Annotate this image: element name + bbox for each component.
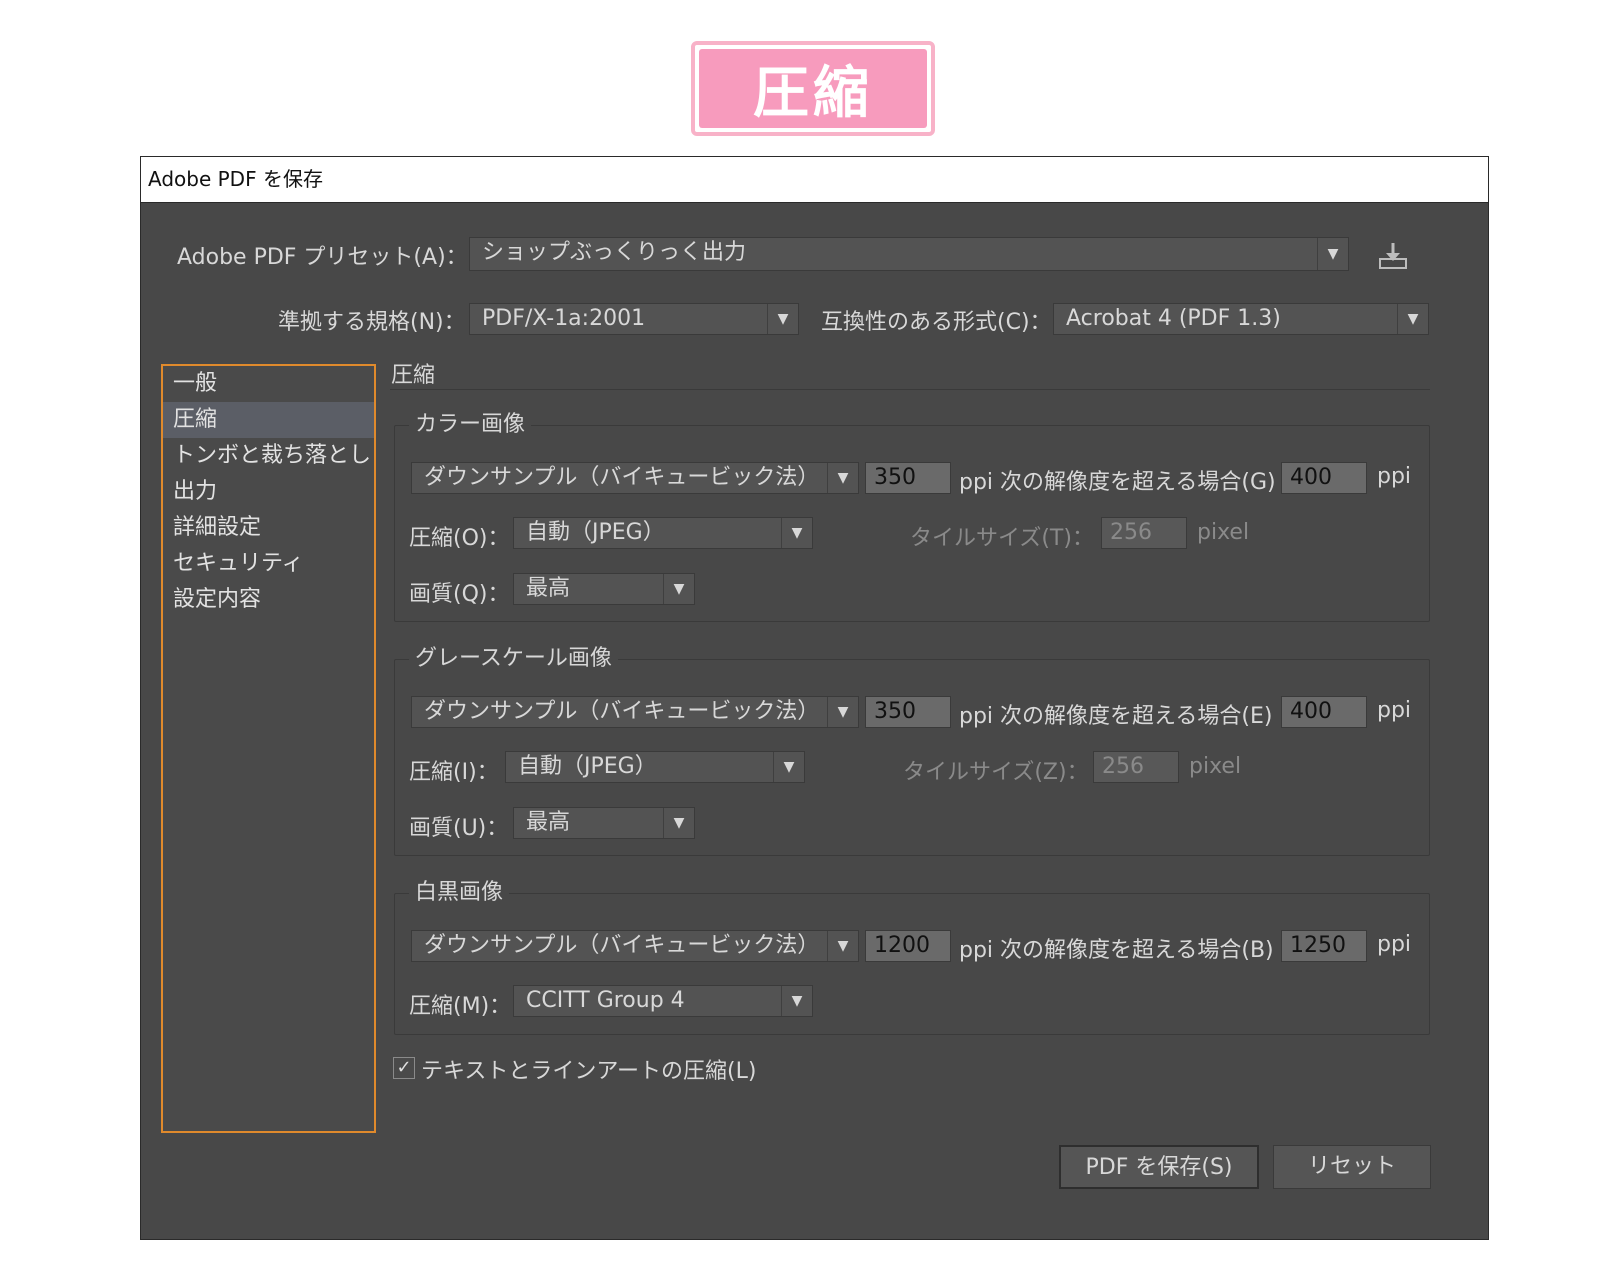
chevron-down-icon: ▼ <box>827 463 858 493</box>
mono-threshold-input[interactable]: 1250 <box>1281 930 1367 962</box>
grayscale-images-group: グレースケール画像 ダウンサンプル（バイキュービック法） ▼ 350 ppi 次… <box>394 642 1430 856</box>
chevron-down-icon: ▼ <box>773 752 804 782</box>
color-quality-value: 最高 <box>526 576 571 601</box>
compat-value: Acrobat 4 (PDF 1.3) <box>1066 306 1281 331</box>
standard-label: 準拠する規格(N)： <box>278 310 466 335</box>
gray-ppi-label: ppi 次の解像度を超える場合(E) <box>959 704 1273 729</box>
gray-compression-label: 圧縮(I)： <box>409 760 499 785</box>
gray-downsample-value: ダウンサンプル（バイキュービック法） <box>424 699 820 724</box>
mono-compression-select[interactable]: CCITT Group 4 ▼ <box>513 985 813 1017</box>
color-threshold-input[interactable]: 400 <box>1281 462 1367 494</box>
gray-tile-label: タイルサイズ(Z)： <box>903 760 1089 785</box>
compat-label: 互換性のある形式(C)： <box>821 310 1052 335</box>
sidebar-item-compression[interactable]: 圧縮 <box>163 402 374 438</box>
color-quality-label: 画質(Q)： <box>409 582 510 607</box>
gray-compression-value: 自動（JPEG） <box>518 754 657 779</box>
text-compress-checkbox[interactable]: ✓ <box>393 1057 415 1079</box>
color-tile-label: タイルサイズ(T)： <box>910 526 1094 551</box>
text-compress-label: テキストとラインアートの圧縮(L) <box>421 1059 757 1084</box>
mono-ppi-input[interactable]: 1200 <box>865 930 951 962</box>
chevron-down-icon: ▼ <box>781 986 812 1016</box>
sidebar-item-security[interactable]: セキュリティ <box>163 546 374 582</box>
gray-ppi-input[interactable]: 350 <box>865 696 951 728</box>
mono-ppi-label: ppi 次の解像度を超える場合(B) <box>959 938 1274 963</box>
sidebar-item-summary[interactable]: 設定内容 <box>163 582 374 618</box>
preset-select[interactable]: ショップぶっくりっく出力 ▼ <box>469 237 1349 271</box>
color-ppi-input[interactable]: 350 <box>865 462 951 494</box>
compat-select[interactable]: Acrobat 4 (PDF 1.3) ▼ <box>1053 303 1429 335</box>
section-banner: 圧縮 <box>691 41 935 136</box>
color-downsample-select[interactable]: ダウンサンプル（バイキュービック法） ▼ <box>411 462 859 494</box>
color-tile-input[interactable]: 256 <box>1101 517 1187 549</box>
gray-tile-unit: pixel <box>1189 754 1242 779</box>
dialog-title: Adobe PDF を保存 <box>141 157 1488 203</box>
gray-compression-select[interactable]: 自動（JPEG） ▼ <box>505 751 805 783</box>
mono-downsample-select[interactable]: ダウンサンプル（バイキュービック法） ▼ <box>411 930 859 962</box>
color-ppi-label: ppi 次の解像度を超える場合(G) <box>959 470 1276 495</box>
chevron-down-icon: ▼ <box>663 574 694 604</box>
chevron-down-icon: ▼ <box>781 518 812 548</box>
sidebar-item-general[interactable]: 一般 <box>163 366 374 402</box>
color-downsample-value: ダウンサンプル（バイキュービック法） <box>424 465 820 490</box>
chevron-down-icon: ▼ <box>767 304 798 334</box>
gray-group-title: グレースケール画像 <box>409 642 618 676</box>
color-compression-label: 圧縮(O)： <box>409 526 510 551</box>
preset-value: ショップぶっくりっく出力 <box>482 240 747 265</box>
gray-quality-select[interactable]: 最高 ▼ <box>513 807 695 839</box>
reset-button[interactable]: リセット <box>1273 1145 1431 1189</box>
color-tile-unit: pixel <box>1197 520 1250 545</box>
gray-quality-label: 画質(U)： <box>409 816 509 841</box>
mono-compression-value: CCITT Group 4 <box>526 988 685 1013</box>
gray-threshold-input[interactable]: 400 <box>1281 696 1367 728</box>
color-images-group: カラー画像 ダウンサンプル（バイキュービック法） ▼ 350 ppi 次の解像度… <box>394 408 1430 622</box>
save-pdf-button[interactable]: PDF を保存(S) <box>1059 1145 1259 1189</box>
gray-downsample-select[interactable]: ダウンサンプル（バイキュービック法） ▼ <box>411 696 859 728</box>
chevron-down-icon: ▼ <box>663 808 694 838</box>
gray-tile-input[interactable]: 256 <box>1093 751 1179 783</box>
monochrome-images-group: 白黒画像 ダウンサンプル（バイキュービック法） ▼ 1200 ppi 次の解像度… <box>394 876 1430 1035</box>
standard-value: PDF/X-1a:2001 <box>482 306 646 331</box>
color-compression-value: 自動（JPEG） <box>526 520 665 545</box>
save-preset-icon[interactable] <box>1377 241 1409 271</box>
sidebar-item-advanced[interactable]: 詳細設定 <box>163 510 374 546</box>
gray-quality-value: 最高 <box>526 810 571 835</box>
mono-downsample-value: ダウンサンプル（バイキュービック法） <box>424 933 820 958</box>
color-quality-select[interactable]: 最高 ▼ <box>513 573 695 605</box>
sidebar-item-output[interactable]: 出力 <box>163 474 374 510</box>
chevron-down-icon: ▼ <box>1317 238 1348 270</box>
mono-compression-label: 圧縮(M)： <box>409 994 512 1019</box>
color-compression-select[interactable]: 自動（JPEG） ▼ <box>513 517 813 549</box>
preset-label: Adobe PDF プリセット(A)： <box>177 245 468 270</box>
sidebar-item-marks-bleeds[interactable]: トンボと裁ち落とし <box>163 438 374 474</box>
color-group-title: カラー画像 <box>409 408 532 442</box>
category-list: 一般 圧縮 トンボと裁ち落とし 出力 詳細設定 セキュリティ 設定内容 <box>161 364 376 1133</box>
save-pdf-dialog: Adobe PDF を保存 Adobe PDF プリセット(A)： ショップぶっ… <box>140 156 1489 1240</box>
standard-select[interactable]: PDF/X-1a:2001 ▼ <box>469 303 799 335</box>
chevron-down-icon: ▼ <box>827 697 858 727</box>
chevron-down-icon: ▼ <box>827 931 858 961</box>
section-title: 圧縮 <box>391 363 436 388</box>
mono-group-title: 白黒画像 <box>409 876 510 910</box>
color-ppi-unit: ppi <box>1377 464 1412 489</box>
gray-ppi-unit: ppi <box>1377 698 1412 723</box>
banner-text: 圧縮 <box>699 49 927 128</box>
mono-ppi-unit: ppi <box>1377 932 1412 957</box>
chevron-down-icon: ▼ <box>1397 304 1428 334</box>
section-divider <box>390 389 1430 390</box>
